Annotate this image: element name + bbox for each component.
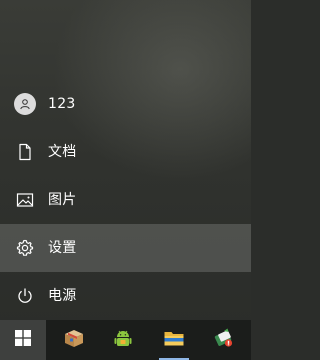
taskbar-app-file-explorer[interactable] bbox=[151, 320, 197, 360]
start-menu-power[interactable]: 电源 bbox=[0, 272, 251, 320]
package-box-icon bbox=[63, 328, 85, 352]
pictures-label: 图片 bbox=[48, 192, 77, 208]
gear-icon bbox=[13, 236, 37, 260]
taskbar bbox=[0, 320, 251, 360]
start-menu-left-rail: 123 文档 图片 设置 电源 bbox=[0, 80, 251, 320]
start-menu-pictures[interactable]: 图片 bbox=[0, 176, 251, 224]
taskbar-app-package[interactable] bbox=[51, 320, 97, 360]
utility-app-icon bbox=[212, 327, 234, 353]
pictures-icon bbox=[13, 188, 37, 212]
start-menu-documents[interactable]: 文档 bbox=[0, 128, 251, 176]
start-menu-user-account[interactable]: 123 bbox=[0, 80, 251, 128]
document-icon bbox=[13, 140, 37, 164]
power-icon bbox=[13, 284, 37, 308]
android-emulator-icon bbox=[112, 327, 134, 353]
power-label: 电源 bbox=[48, 288, 77, 304]
start-button[interactable] bbox=[0, 320, 46, 360]
taskbar-app-utility[interactable] bbox=[200, 320, 246, 360]
taskbar-app-android[interactable] bbox=[100, 320, 146, 360]
file-explorer-icon bbox=[163, 328, 185, 352]
windows-start-icon bbox=[15, 330, 31, 350]
start-menu-settings[interactable]: 设置 bbox=[0, 224, 251, 272]
settings-label: 设置 bbox=[48, 240, 77, 256]
user-avatar-icon bbox=[13, 92, 37, 116]
user-name-label: 123 bbox=[48, 96, 76, 112]
desktop-screen: 123 文档 图片 设置 电源 bbox=[0, 0, 251, 360]
documents-label: 文档 bbox=[48, 144, 77, 160]
